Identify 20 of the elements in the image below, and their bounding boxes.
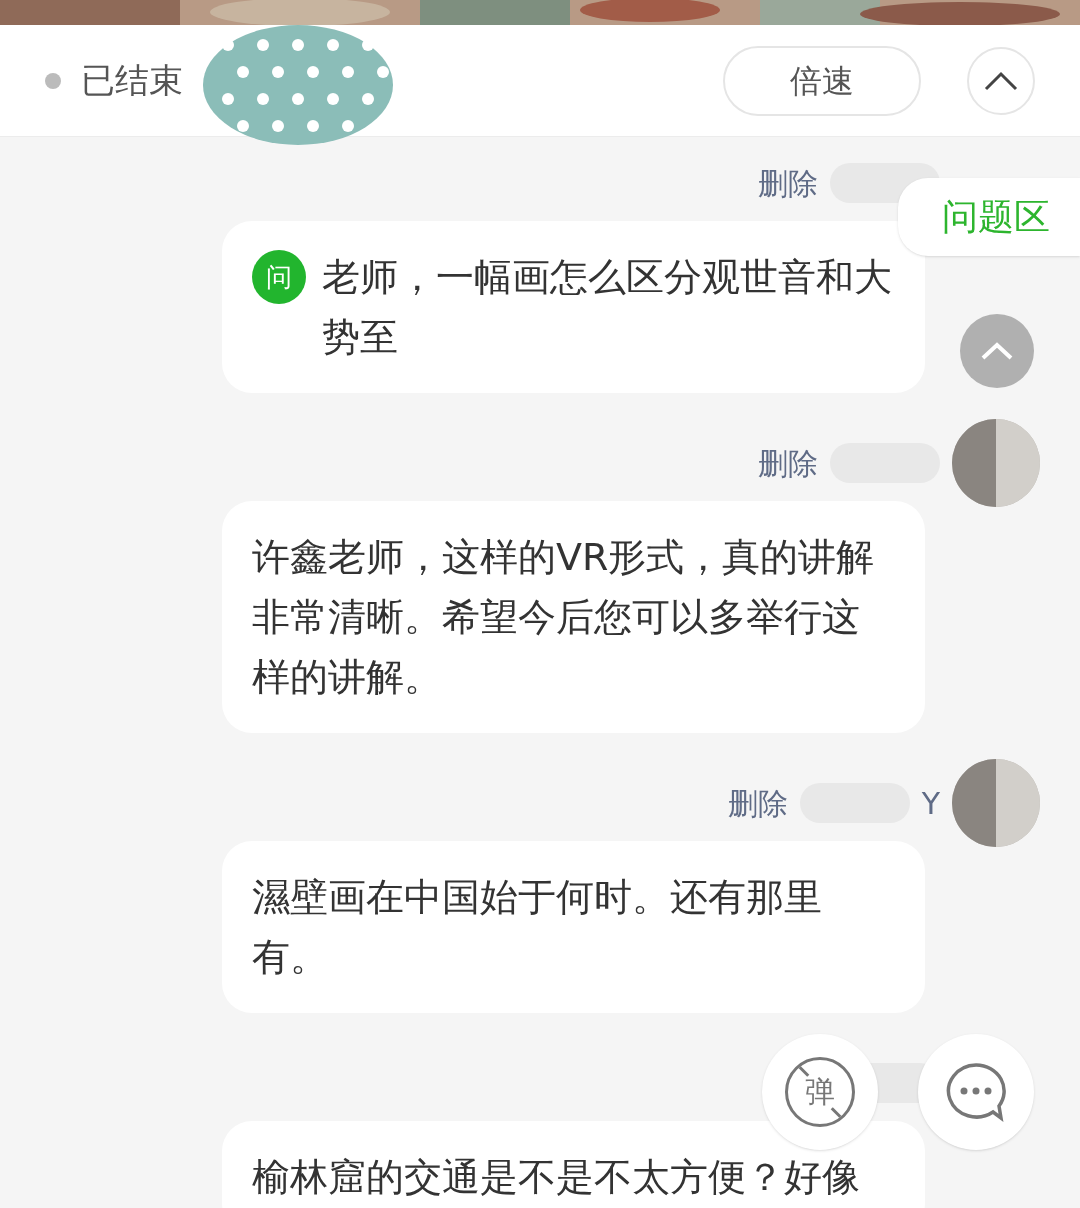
speed-button[interactable]: 倍速 — [723, 45, 921, 116]
message-text: 许鑫老师，这样的VR形式，真的讲解非常清晰。希望今后您可以多举行这样的讲解。 — [252, 534, 876, 701]
chevron-icon — [984, 70, 1018, 91]
user-name: Y — [921, 784, 940, 823]
collapse-button[interactable] — [967, 46, 1035, 115]
chat-bubble-icon — [945, 1062, 1007, 1122]
delete-link[interactable]: 删除 — [758, 160, 818, 206]
status-label: 已结束 — [81, 59, 183, 102]
avatar[interactable] — [952, 419, 1040, 507]
delete-link[interactable]: 删除 — [727, 780, 788, 826]
message-text: 濕壁画在中国始于何时。还有那里有。 — [252, 874, 823, 981]
message-text: 榆林窟的交通是不是不太方便？好像 — [252, 1154, 860, 1201]
question-tab[interactable]: 问题区 — [898, 178, 1080, 256]
danmaku-icon: 弹 — [785, 1057, 855, 1127]
delete-link[interactable]: 删除 — [758, 440, 818, 486]
chevron-icon — [981, 342, 1013, 360]
avatar[interactable] — [952, 759, 1040, 847]
question-badge: 问 — [252, 250, 306, 304]
message-text: 老师，一幅画怎么区分观世音和大势至 — [322, 254, 893, 361]
danmaku-toggle-button[interactable]: 弹 — [762, 1034, 878, 1150]
